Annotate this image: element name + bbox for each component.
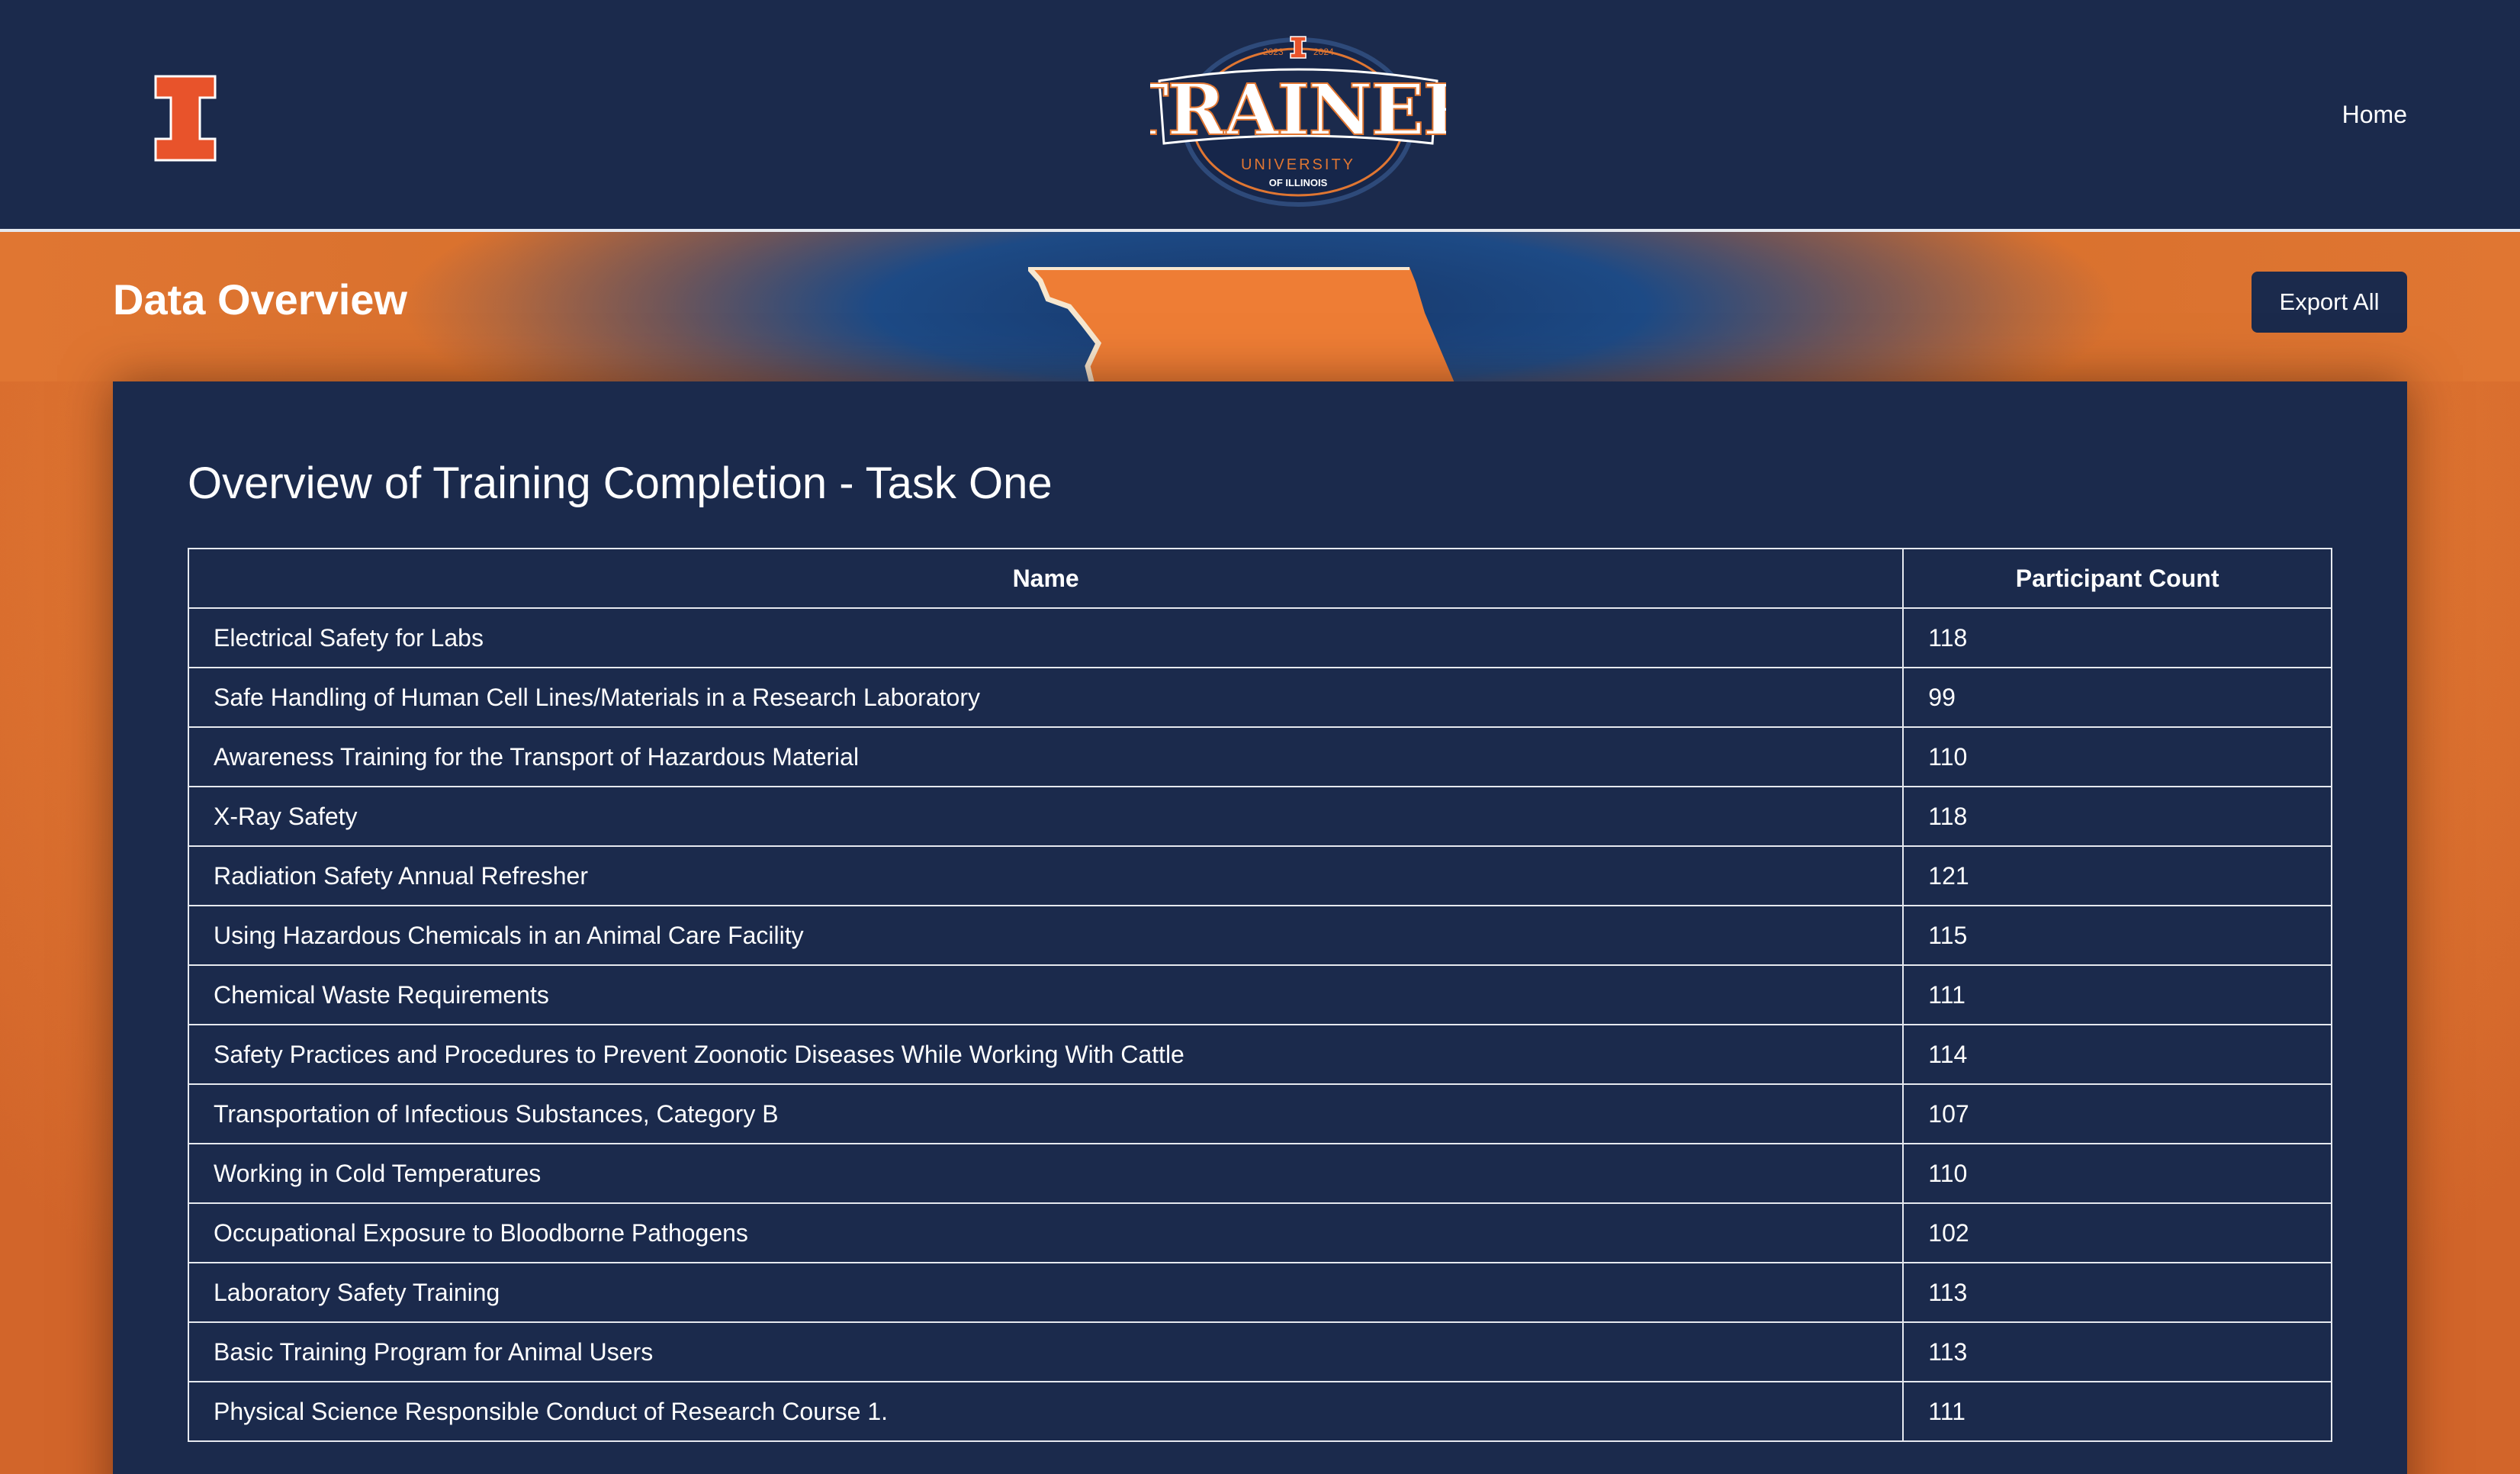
trainer-logo[interactable]: 2023 2024 TRAINER UNIVERSITY OF ILLINOIS [1150,27,1446,208]
table-row: Awareness Training for the Transport of … [187,726,2332,787]
table-header-row: Name Participant Count [187,548,2332,609]
cell-count: 115 [1902,905,2332,966]
cell-count: 118 [1902,786,2332,847]
cell-count: 111 [1902,964,2332,1025]
cell-count: 118 [1902,607,2332,668]
cell-name: Safety Practices and Procedures to Preve… [187,1024,1904,1085]
column-header-name[interactable]: Name [187,548,1904,609]
table-row: Chemical Waste Requirements 111 [187,964,2332,1025]
training-completion-table: Name Participant Count Electrical Safety… [187,548,2332,1442]
cell-name: Transportation of Infectious Substances,… [187,1083,1904,1144]
cell-name: Radiation Safety Annual Refresher [187,845,1904,906]
cell-name: Occupational Exposure to Bloodborne Path… [187,1202,1904,1263]
cell-name: Working in Cold Temperatures [187,1143,1904,1204]
cell-name: X-Ray Safety [187,786,1904,847]
table-title: Overview of Training Completion - Task O… [188,459,1053,508]
nav-home-link[interactable]: Home [2342,101,2407,129]
cell-count: 110 [1902,1143,2332,1204]
overview-card: Overview of Training Completion - Task O… [113,381,2407,1474]
table-row: Transportation of Infectious Substances,… [187,1083,2332,1144]
page-banner: Data Overview Export All [0,232,2520,381]
cell-name: Electrical Safety for Labs [187,607,1904,668]
page-title: Data Overview [113,275,407,323]
table-row: Using Hazardous Chemicals in an Animal C… [187,905,2332,966]
cell-count: 113 [1902,1262,2332,1323]
table-row: Basic Training Program for Animal Users 1… [187,1321,2332,1382]
cell-count: 99 [1902,667,2332,728]
cell-name: Safe Handling of Human Cell Lines/Materi… [187,667,1904,728]
cell-name: Basic Training Program for Animal Users [187,1321,1904,1382]
table-row: Physical Science Responsible Conduct of … [187,1381,2332,1442]
block-i-logo-icon[interactable] [154,75,217,162]
table-row: Electrical Safety for Labs 118 [187,607,2332,668]
logo-of-illinois: OF ILLINOIS [1269,177,1328,188]
cell-count: 113 [1902,1321,2332,1382]
cell-name: Laboratory Safety Training [187,1262,1904,1323]
cell-count: 114 [1902,1024,2332,1085]
cell-count: 121 [1902,845,2332,906]
table-row: X-Ray Safety 118 [187,786,2332,847]
cell-name: Chemical Waste Requirements [187,964,1904,1025]
table-row: Safe Handling of Human Cell Lines/Materi… [187,667,2332,728]
cell-name: Awareness Training for the Transport of … [187,726,1904,787]
cell-count: 107 [1902,1083,2332,1144]
logo-word: TRAINER [1150,69,1446,151]
table-row: Laboratory Safety Training 113 [187,1262,2332,1323]
table-row: Radiation Safety Annual Refresher 121 [187,845,2332,906]
table-row: Occupational Exposure to Bloodborne Path… [187,1202,2332,1263]
table-row: Working in Cold Temperatures 110 [187,1143,2332,1204]
cell-count: 110 [1902,726,2332,787]
column-header-participant-count[interactable]: Participant Count [1902,548,2332,609]
logo-university: UNIVERSITY [1241,156,1355,173]
logo-year-left: 2023 [1263,47,1284,57]
illinois-state-graphic [1028,267,1454,381]
export-all-button[interactable]: Export All [2252,272,2407,333]
table-row: Safety Practices and Procedures to Preve… [187,1024,2332,1085]
cell-count: 102 [1902,1202,2332,1263]
cell-name: Using Hazardous Chemicals in an Animal C… [187,905,1904,966]
logo-year-right: 2024 [1313,47,1334,57]
cell-name: Physical Science Responsible Conduct of … [187,1381,1904,1442]
cell-count: 111 [1902,1381,2332,1442]
top-navbar: 2023 2024 TRAINER UNIVERSITY OF ILLINOIS… [0,0,2520,232]
